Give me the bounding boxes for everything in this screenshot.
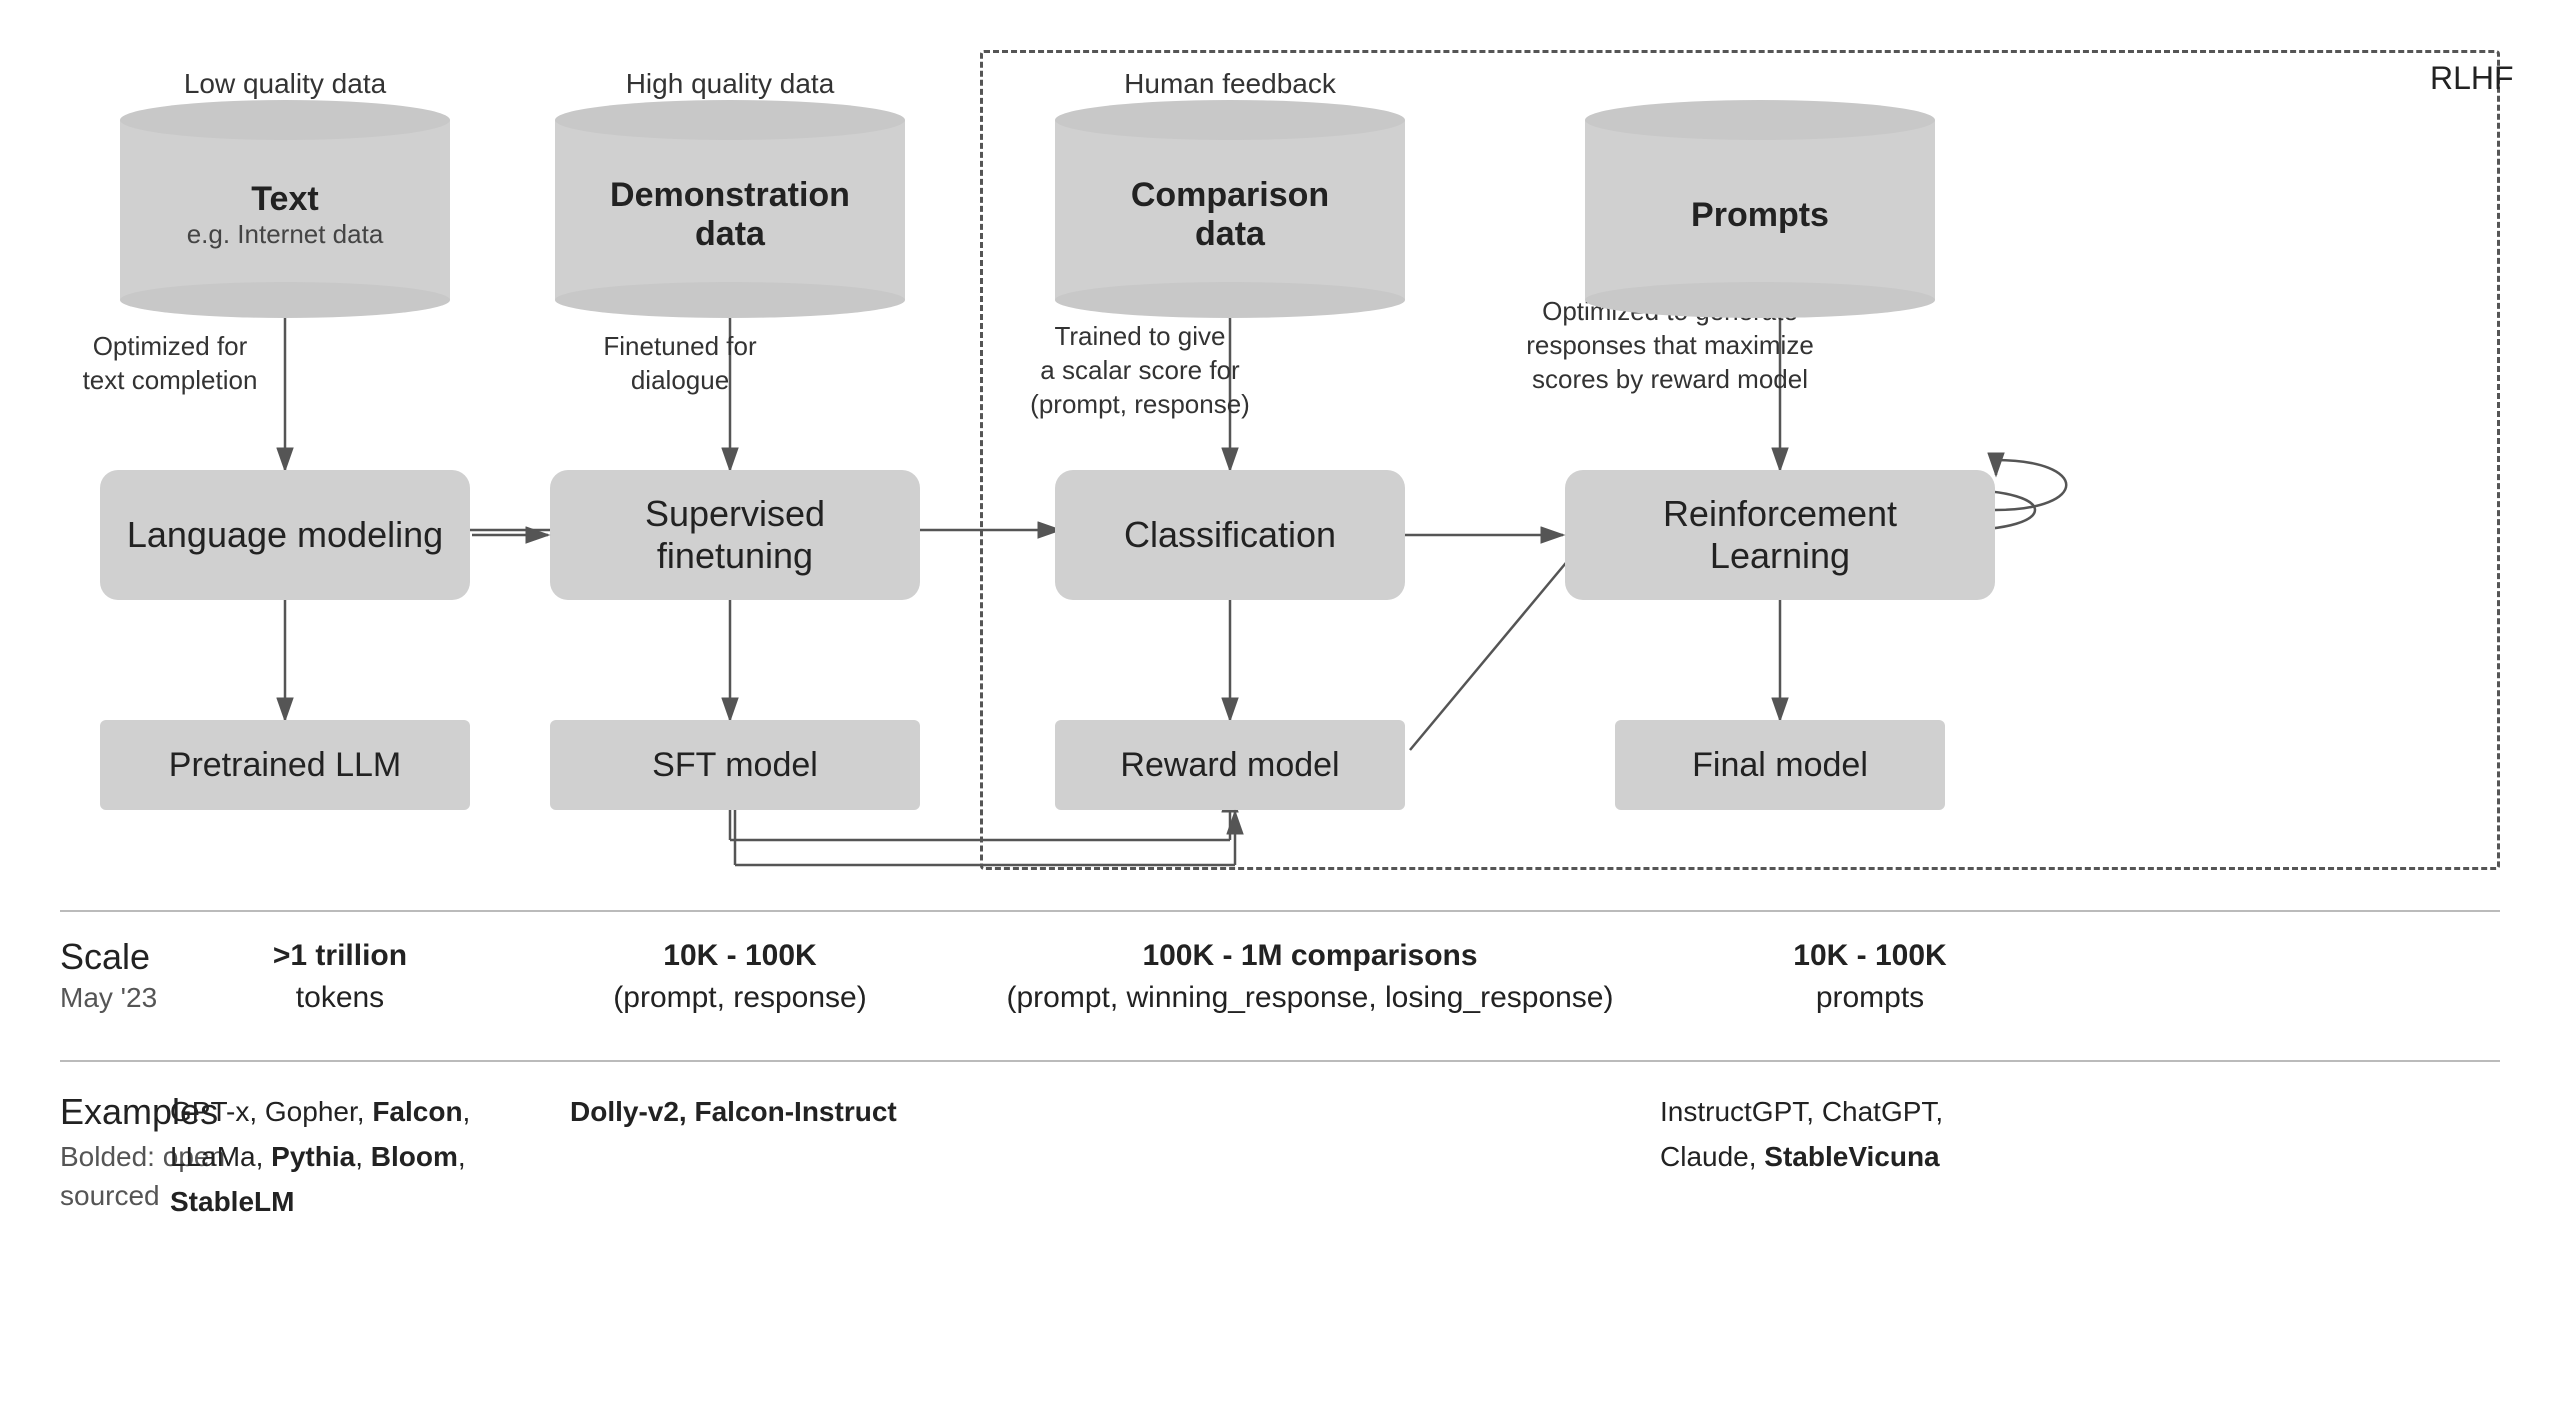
- col1-process-box: Language modeling: [100, 470, 470, 600]
- col1-arrow-text: Optimized fortext completion: [60, 330, 280, 398]
- scale-section: Scale May '23: [60, 935, 157, 1014]
- scale-col1: >1 trilliontokens: [170, 935, 510, 1019]
- col2-db-title: Demonstrationdata: [610, 176, 850, 254]
- col2-process-box: Supervisedfinetuning: [550, 470, 920, 600]
- col1-db-title: Text: [251, 180, 318, 219]
- scale-label: Scale: [60, 935, 157, 978]
- examples-col4: InstructGPT, ChatGPT,Claude, StableVicun…: [1660, 1090, 2080, 1180]
- col4-process-box: ReinforcementLearning: [1565, 470, 1995, 600]
- examples-col2: Dolly-v2, Falcon-Instruct: [570, 1090, 950, 1135]
- col1-cylinder: Text e.g. Internet data: [120, 100, 450, 300]
- col3-cylinder: Comparisondata: [1055, 100, 1405, 300]
- scale-col4: 10K - 100Kprompts: [1700, 935, 2040, 1019]
- scale-sublabel: May '23: [60, 982, 157, 1014]
- col4-cylinder: Prompts: [1585, 100, 1935, 300]
- col2-db-label: High quality data: [560, 68, 900, 100]
- rlhf-label: RLHF: [2430, 60, 2514, 97]
- scale-col3: 100K - 1M comparisons(prompt, winning_re…: [980, 935, 1640, 1019]
- col1-output-box: Pretrained LLM: [100, 720, 470, 810]
- col2-output-box: SFT model: [550, 720, 920, 810]
- col3-arrow-text: Trained to givea scalar score for(prompt…: [1000, 320, 1280, 421]
- diagram-container: Low quality data Text e.g. Internet data…: [0, 0, 2554, 1428]
- divider-line-2: [60, 1060, 2500, 1062]
- col3-process-box: Classification: [1055, 470, 1405, 600]
- col1-db-subtitle: e.g. Internet data: [187, 219, 384, 250]
- col2-arrow-text: Finetuned fordialogue: [570, 330, 790, 398]
- col4-db-title: Prompts: [1691, 196, 1829, 235]
- divider-line-1: [60, 910, 2500, 912]
- col3-db-title: Comparisondata: [1131, 176, 1329, 254]
- col3-output-box: Reward model: [1055, 720, 1405, 810]
- col2-cylinder: Demonstrationdata: [555, 100, 905, 300]
- col3-db-label: Human feedback: [1060, 68, 1400, 100]
- col1-db-label: Low quality data: [135, 68, 435, 100]
- col4-output-box: Final model: [1615, 720, 1945, 810]
- examples-col1: GPT-x, Gopher, Falcon,LLaMa, Pythia, Blo…: [170, 1090, 550, 1224]
- scale-col2: 10K - 100K(prompt, response): [550, 935, 930, 1019]
